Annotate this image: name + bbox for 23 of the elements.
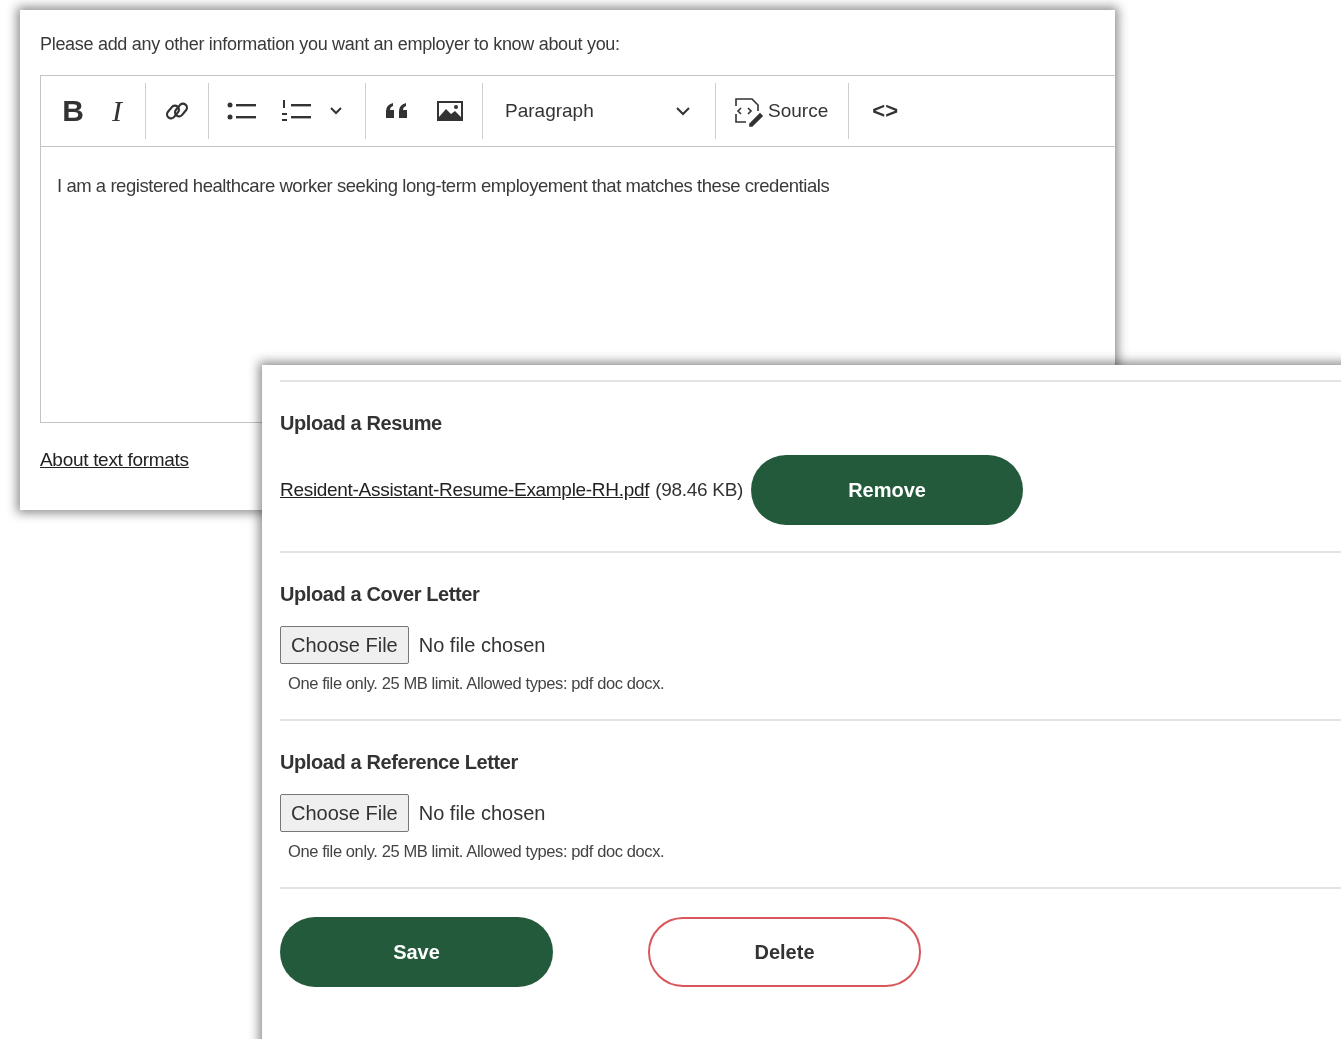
editor-text[interactable]: I am a registered healthcare worker seeking long-term employement that matches these credentials: [41, 147, 1115, 197]
source-button[interactable]: Source: [722, 94, 843, 128]
upload-hint: One file only. 25 MB limit. Allowed types: pdf doc docx.: [288, 842, 666, 861]
prompt-label: Please add any other information you want an employer to know about you:: [40, 34, 621, 55]
section-title: Upload a Reference Letter: [280, 751, 519, 774]
code-block-button[interactable]: <>: [861, 98, 910, 124]
file-size: (98.46 KB): [655, 479, 744, 501]
choose-file-button[interactable]: Choose File: [280, 794, 409, 832]
italic-button[interactable]: I: [95, 94, 139, 128]
section-title: Upload a Resume: [280, 412, 443, 435]
upload-hint: One file only. 25 MB limit. Allowed types: pdf doc docx.: [288, 674, 666, 693]
file-link[interactable]: Resident-Assistant-Resume-Example-RH.pdf: [280, 479, 650, 501]
bold-button[interactable]: B: [51, 94, 95, 128]
choose-file-button[interactable]: Choose File: [280, 626, 409, 664]
section-title: Upload a Cover Letter: [280, 583, 481, 606]
paragraph-dropdown[interactable]: Paragraph: [489, 100, 709, 122]
delete-button[interactable]: Delete: [648, 917, 921, 987]
file-status: No file chosen: [418, 801, 546, 825]
chevron-down-icon: [675, 106, 691, 116]
save-button[interactable]: Save: [280, 917, 553, 987]
file-status: No file chosen: [418, 633, 546, 657]
remove-button[interactable]: Remove: [751, 455, 1024, 525]
text-formats-link[interactable]: About text formats: [40, 449, 189, 471]
